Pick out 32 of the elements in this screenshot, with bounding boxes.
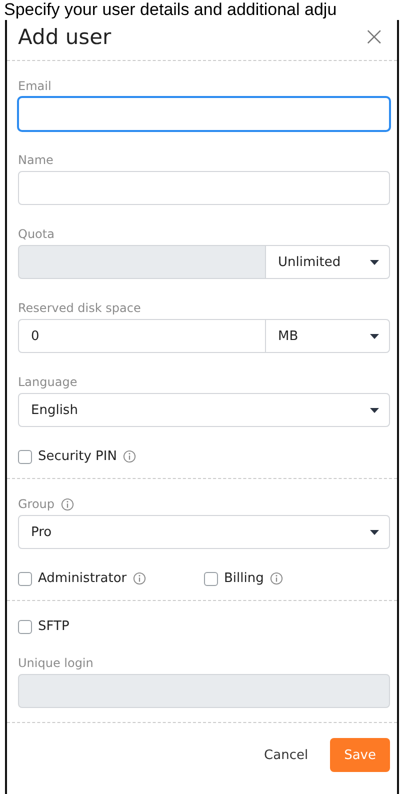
checkbox-label: Billing [224, 571, 264, 586]
unit-dropdown[interactable]: MB [266, 319, 390, 353]
field-label: Group [18, 497, 55, 511]
caret-icon [370, 260, 379, 264]
info-icon[interactable] [270, 572, 283, 585]
checkbox[interactable] [204, 572, 218, 586]
dropdown[interactable]: Pro [18, 515, 390, 549]
info-icon[interactable] [122, 450, 136, 463]
text-field[interactable]: 0 [18, 319, 266, 353]
caret-icon [370, 530, 379, 534]
text-field[interactable] [18, 97, 390, 131]
close-button[interactable]: × [361, 24, 387, 50]
info-icon[interactable] [132, 572, 146, 585]
dialog-title: Add user [18, 25, 112, 49]
checkbox-label: Administrator [38, 571, 127, 586]
background-text: Specify your user details and additional adju [4, 0, 337, 20]
checkbox-label: SFTP [38, 619, 70, 634]
caret-icon [370, 408, 379, 412]
checkbox[interactable] [18, 620, 32, 634]
field-label: Language [18, 375, 78, 389]
checkbox-label: Security PIN [38, 449, 117, 464]
field-label: Quota [18, 227, 56, 241]
cancel-button[interactable]: Cancel [254, 738, 318, 772]
field-label: Name [18, 153, 54, 167]
checkbox[interactable] [18, 572, 32, 586]
caret-icon [370, 334, 379, 338]
field-label: Reserved disk space [18, 301, 142, 315]
checkbox[interactable] [18, 450, 32, 464]
dropdown[interactable]: English [18, 393, 390, 427]
info-icon[interactable] [60, 498, 74, 510]
field-label: Email [18, 79, 52, 93]
field-label: Unique login [18, 656, 94, 670]
